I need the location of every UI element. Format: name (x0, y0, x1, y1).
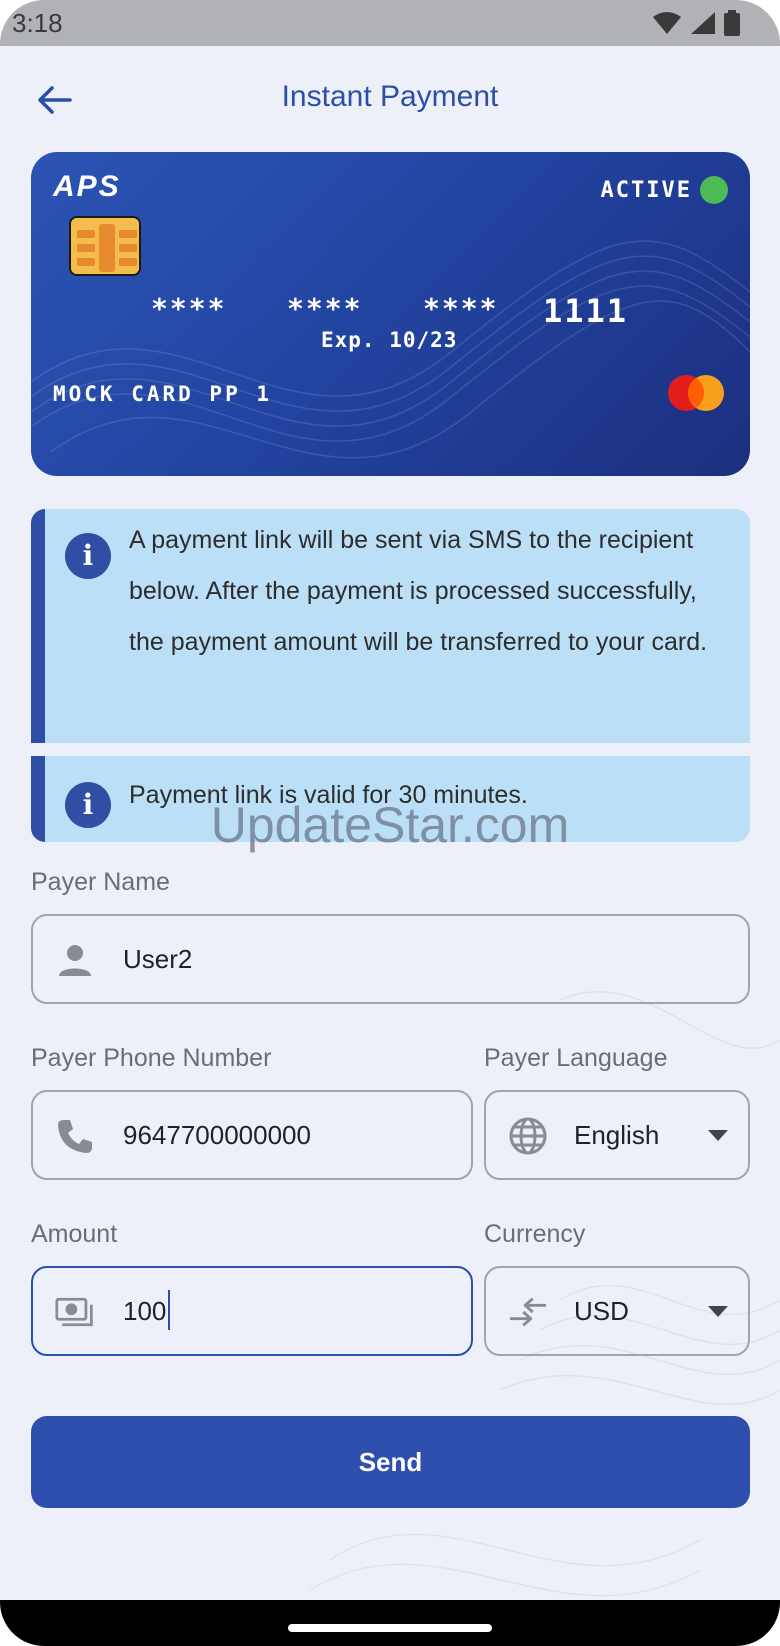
currency-label: Currency (484, 1220, 586, 1248)
send-button[interactable]: Send (31, 1416, 750, 1508)
chevron-down-icon (708, 1130, 728, 1141)
chevron-down-icon (708, 1306, 728, 1317)
payer-phone-label: Payer Phone Number (31, 1044, 272, 1072)
info-icon: i (65, 533, 111, 579)
payer-language-value: English (574, 1120, 660, 1150)
payer-phone-input[interactable]: 9647700000000 (31, 1090, 473, 1180)
text-cursor (168, 1290, 171, 1331)
status-icons (652, 10, 740, 36)
info-box-sms-link: i A payment link will be sent via SMS to… (31, 509, 750, 743)
signal-icon (691, 12, 715, 34)
card-number-last4: 1111 (543, 292, 629, 330)
card-expiry: Exp. 10/23 (321, 328, 458, 352)
card-number-group: **** (287, 292, 363, 325)
battery-icon (724, 10, 740, 36)
card-number-group: **** (423, 292, 499, 325)
home-handle[interactable] (288, 1624, 492, 1632)
card-number-group: **** (151, 292, 227, 325)
amount-input[interactable]: 100 (31, 1266, 473, 1356)
currency-select[interactable]: USD (484, 1266, 750, 1356)
info-text: A payment link will be sent via SMS to t… (129, 526, 708, 656)
phone-screen: 3:18 Instant Payment APS ACTIVE **** ***… (0, 0, 780, 1646)
payer-language-label: Payer Language (484, 1044, 668, 1072)
globe-icon (508, 1116, 548, 1156)
page-title: Instant Payment (281, 80, 499, 113)
exchange-icon (508, 1292, 548, 1332)
status-time: 3:18 (12, 8, 63, 38)
card-holder-name: MOCK CARD PP 1 (53, 382, 273, 406)
currency-value: USD (574, 1296, 629, 1326)
app-bar: Instant Payment (0, 46, 780, 152)
navigation-bar (0, 1600, 780, 1646)
amount-label: Amount (31, 1220, 118, 1248)
wifi-icon (653, 12, 681, 34)
payer-name-value: User2 (123, 944, 193, 974)
payment-card: APS ACTIVE **** **** **** 1111 Exp. 10/2… (31, 152, 750, 476)
mastercard-icon (668, 375, 724, 411)
amount-value: 100 (123, 1290, 171, 1331)
payer-phone-value: 9647700000000 (123, 1120, 311, 1150)
card-status-indicator (700, 176, 728, 204)
watermark: UpdateStar.com (210, 797, 570, 853)
payer-name-label: Payer Name (31, 868, 170, 896)
payer-language-select[interactable]: English (484, 1090, 750, 1180)
card-status-label: ACTIVE (600, 178, 692, 203)
person-icon (55, 940, 95, 980)
phone-icon (55, 1116, 95, 1156)
payer-name-input[interactable]: User2 (31, 914, 750, 1004)
money-icon (55, 1292, 95, 1332)
status-bar: 3:18 (0, 0, 780, 46)
card-chip-icon (69, 216, 141, 276)
card-logo: APS (53, 170, 121, 203)
